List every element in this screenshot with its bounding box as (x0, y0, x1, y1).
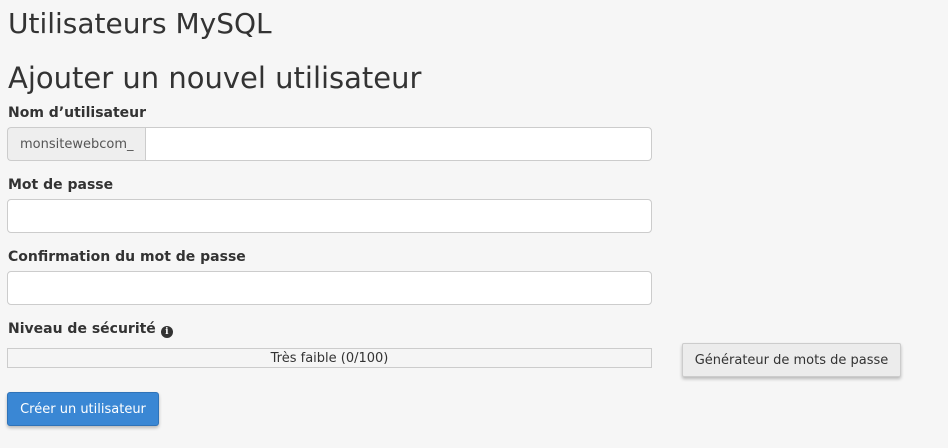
page-title: Utilisateurs MySQL (8, 7, 272, 40)
password-input[interactable] (7, 199, 652, 233)
strength-meter-text: Très faible (0/100) (270, 350, 389, 366)
strength-label: Niveau de sécurité (8, 321, 156, 337)
password-label: Mot de passe (8, 177, 114, 193)
password-confirm-label: Confirmation du mot de passe (8, 249, 246, 265)
password-generator-button[interactable]: Générateur de mots de passe (682, 343, 901, 377)
section-title: Ajouter un nouvel utilisateur (8, 61, 422, 95)
strength-label-row: Niveau de sécurité i (8, 320, 173, 338)
username-label: Nom d’utilisateur (8, 105, 147, 121)
create-user-button[interactable]: Créer un utilisateur (7, 392, 159, 426)
username-prefix: monsitewebcom_ (7, 127, 146, 161)
username-input-group: monsitewebcom_ (7, 127, 652, 161)
username-input[interactable] (145, 127, 652, 161)
password-confirm-input[interactable] (7, 271, 652, 305)
password-strength-meter: Très faible (0/100) (7, 348, 652, 368)
info-circle-icon[interactable]: i (160, 326, 173, 338)
